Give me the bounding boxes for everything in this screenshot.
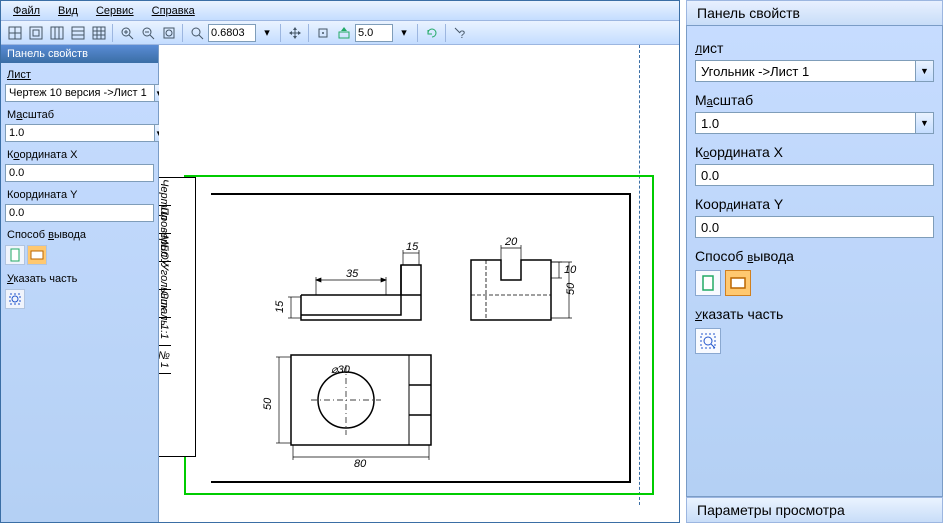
- right-properties-panel: Панель свойств Лист ▼ Масштаб ▼ Координа…: [686, 0, 943, 523]
- r-scale-dropdown[interactable]: ▼: [695, 112, 934, 134]
- r-coordy-input[interactable]: [695, 216, 934, 238]
- sidebar-coordx-label: Координата X: [1, 147, 158, 163]
- sidebar-coordy-label: Координата Y: [1, 187, 158, 203]
- separator: [417, 24, 419, 42]
- dim-20: 20: [504, 236, 518, 248]
- sidebar-scale-dropdown[interactable]: ▼: [5, 124, 154, 142]
- sidebar-output-label: Способ вывода: [1, 227, 158, 243]
- sidebar-sheet-label: Лист: [1, 67, 158, 83]
- sidebar-scale-label: Масштаб: [1, 107, 158, 123]
- zoom-out-icon[interactable]: [138, 23, 158, 43]
- dim-10: 10: [564, 264, 577, 276]
- scale-value-input[interactable]: [355, 24, 393, 42]
- menu-file[interactable]: Файл: [5, 3, 48, 19]
- r-coordx-label: Координата X: [695, 144, 934, 160]
- sidebar-part-label: Указать часть: [1, 271, 158, 287]
- zoom-dd-icon[interactable]: ▾: [257, 23, 277, 43]
- output-icons: [5, 245, 154, 265]
- dim-dia30: ⌀30: [331, 364, 351, 376]
- output-landscape-icon[interactable]: [27, 245, 47, 265]
- tool-grid2-icon[interactable]: [26, 23, 46, 43]
- dropdown-arrow-icon[interactable]: ▼: [916, 60, 934, 82]
- r-coordy-label: Координата Y: [695, 196, 934, 212]
- menu-view[interactable]: Вид: [50, 3, 86, 19]
- select-part-icon[interactable]: [695, 328, 721, 354]
- r-sheet-input[interactable]: [695, 60, 916, 82]
- zoom-icon[interactable]: [187, 23, 207, 43]
- move-icon[interactable]: [285, 23, 305, 43]
- zoom-value-input[interactable]: [208, 24, 256, 42]
- r-sheet-dropdown[interactable]: ▼: [695, 60, 934, 82]
- separator: [445, 24, 447, 42]
- r-coordx-input[interactable]: [695, 164, 934, 186]
- menubar: Файл Вид Сервис Справка: [1, 1, 679, 21]
- sidebar-coordx-input[interactable]: [5, 164, 154, 182]
- separator: [308, 24, 310, 42]
- tool-grid5-icon[interactable]: [89, 23, 109, 43]
- output-landscape-icon[interactable]: [725, 270, 751, 296]
- dim-80: 80: [354, 458, 367, 470]
- r-sheet-label: Лист: [695, 40, 934, 56]
- dropdown-arrow-icon[interactable]: ▼: [916, 112, 934, 134]
- r-output-label: Способ вывода: [695, 248, 934, 264]
- select-part-icon[interactable]: [5, 289, 25, 309]
- left-sidebar: Панель свойств Лист ▼ Масштаб ▼ Координа…: [1, 45, 159, 522]
- r-scale-input[interactable]: [695, 112, 916, 134]
- drawing-border: 35 15 15: [211, 193, 631, 483]
- tool-grid3-icon[interactable]: [47, 23, 67, 43]
- tool-grid4-icon[interactable]: [68, 23, 88, 43]
- separator: [280, 24, 282, 42]
- sheet-frame: Чертил Проверил МБОУ Угольник Сталь 1:1 …: [184, 175, 654, 495]
- dim-35: 35: [346, 268, 359, 280]
- refresh-icon[interactable]: [422, 23, 442, 43]
- dim-15t: 15: [406, 241, 419, 253]
- origin-icon[interactable]: [313, 23, 333, 43]
- output-portrait-icon[interactable]: [5, 245, 25, 265]
- separator: [182, 24, 184, 42]
- svg-text:?: ?: [459, 29, 465, 40]
- dim-15v: 15: [274, 300, 286, 313]
- sidebar-title: Панель свойств: [1, 45, 158, 63]
- dim-50r: 50: [565, 282, 577, 295]
- separator: [112, 24, 114, 42]
- r-part-icons: [695, 328, 934, 354]
- sidebar-scale-input[interactable]: [5, 124, 155, 142]
- sidebar-coordy-input[interactable]: [5, 204, 154, 222]
- zoom-fit-icon[interactable]: [159, 23, 179, 43]
- r-output-icons: [695, 270, 934, 296]
- menu-service[interactable]: Сервис: [88, 3, 142, 19]
- sidebar-sheet-input[interactable]: [5, 84, 155, 102]
- app-main-window: Файл Вид Сервис Справка ▾ ▾ ? Панель сво…: [0, 0, 680, 523]
- tool-grid1-icon[interactable]: [5, 23, 25, 43]
- right-panel-title: Панель свойств: [686, 0, 943, 25]
- menu-help[interactable]: Справка: [144, 3, 203, 19]
- r-part-label: Указать часть: [695, 306, 934, 322]
- bottom-tab-params[interactable]: Параметры просмотра: [686, 497, 943, 523]
- r-scale-label: Масштаб: [695, 92, 934, 108]
- main-area: Панель свойств Лист ▼ Масштаб ▼ Координа…: [1, 45, 679, 522]
- scale-dd-icon[interactable]: ▾: [394, 23, 414, 43]
- scale-up-icon[interactable]: [334, 23, 354, 43]
- zoom-in-icon[interactable]: [117, 23, 137, 43]
- sidebar-sheet-dropdown[interactable]: ▼: [5, 84, 154, 102]
- help-icon[interactable]: ?: [450, 23, 470, 43]
- cad-drawing: 35 15 15: [221, 205, 621, 475]
- right-panel-body: Лист ▼ Масштаб ▼ Координата X Координата…: [686, 25, 943, 497]
- drawing-canvas[interactable]: Чертил Проверил МБОУ Угольник Сталь 1:1 …: [159, 45, 679, 522]
- title-block: Чертил Проверил МБОУ Угольник Сталь 1:1 …: [159, 177, 196, 457]
- dim-50v: 50: [262, 397, 274, 410]
- toolbar: ▾ ▾ ?: [1, 21, 679, 45]
- output-portrait-icon[interactable]: [695, 270, 721, 296]
- part-icons: [5, 289, 154, 309]
